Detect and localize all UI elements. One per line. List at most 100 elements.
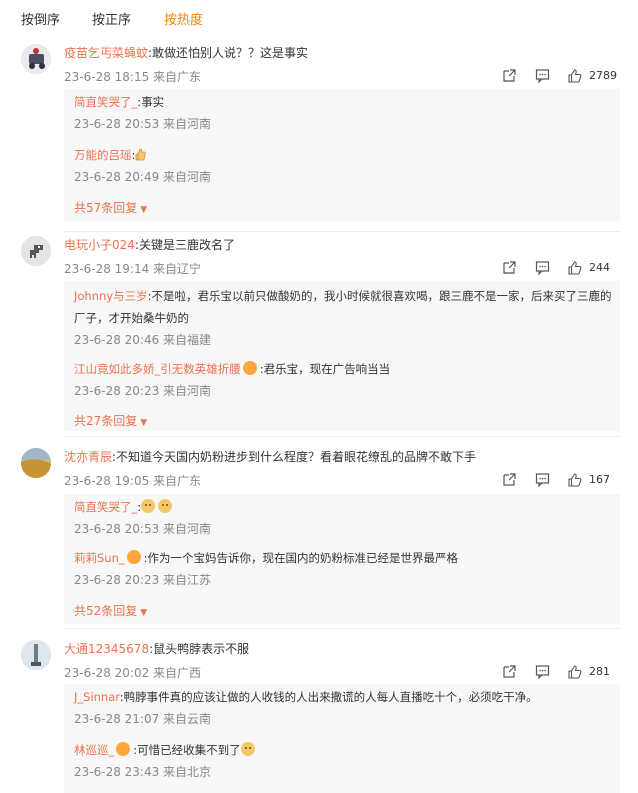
reply-list: Johnny与三岁:不是啦，君乐宝以前只做酸奶的，我小时候就很喜欢喝，跟三鹿不是… bbox=[64, 281, 620, 431]
reply-body: :鸭脖事件真的应该让做的人收钱的人出来撒谎的人每人直播吃十个，必须吃干净。 bbox=[119, 690, 538, 704]
reply-text: 简直笑哭了_:事实 bbox=[74, 91, 614, 113]
crown-badge-icon bbox=[126, 550, 141, 564]
comment-meta: 23-6-28 19:14 来自辽宁 bbox=[64, 262, 202, 276]
reply-username[interactable]: 简直笑哭了_ bbox=[74, 95, 137, 109]
reply-meta: 23-6-28 20:53 来自河南 bbox=[74, 117, 212, 131]
like-button[interactable]: 281 bbox=[567, 664, 627, 682]
chevron-down-icon: ▼ bbox=[140, 205, 148, 215]
reply-username[interactable]: 林巡巡_ bbox=[74, 743, 114, 757]
reply-username[interactable]: 江山竟如此多娇_引无数英雄折腰 bbox=[74, 362, 241, 376]
emoji-icon bbox=[158, 499, 173, 513]
share-icon[interactable] bbox=[502, 260, 517, 275]
view-more-label: 共52条回复 bbox=[74, 604, 138, 618]
view-more-label: 共57条回复 bbox=[74, 201, 138, 215]
share-icon[interactable] bbox=[502, 472, 517, 487]
comment-body: :不知道今天国内奶粉进步到什么程度？看着眼花缭乱的品牌不敢下手 bbox=[112, 450, 477, 464]
comment-actions: 244 bbox=[503, 260, 620, 276]
comment-actions: 167 bbox=[503, 472, 620, 488]
emoji-icon bbox=[240, 742, 255, 756]
comment-icon[interactable] bbox=[535, 664, 550, 679]
comment-username[interactable]: 沈亦青辰 bbox=[64, 450, 112, 464]
chevron-down-icon: ▼ bbox=[140, 418, 148, 428]
reply-item: 简直笑哭了_:事实 23-6-28 20:53 来自河南 bbox=[74, 91, 614, 135]
avatar[interactable] bbox=[21, 640, 51, 670]
avatar-image bbox=[21, 236, 51, 266]
comment-meta: 23-6-28 19:05 来自广东 bbox=[64, 474, 202, 488]
comment-icon[interactable] bbox=[535, 68, 550, 83]
reply-username[interactable]: Johnny与三岁 bbox=[74, 289, 148, 303]
comment-meta: 23-6-28 18:15 来自广东 bbox=[64, 70, 202, 84]
reply-meta: 23-6-28 20:46 来自福建 bbox=[74, 333, 212, 347]
reply-meta: 23-6-28 21:07 来自云南 bbox=[74, 712, 212, 726]
comment-divider bbox=[64, 231, 620, 232]
share-icon[interactable] bbox=[502, 664, 517, 679]
view-more-label: 共27条回复 bbox=[74, 414, 138, 428]
comment-divider bbox=[64, 436, 620, 437]
reply-item: Johnny与三岁:不是啦，君乐宝以前只做酸奶的，我小时候就很喜欢喝，跟三鹿不是… bbox=[74, 285, 614, 351]
reply-meta: 23-6-28 23:43 来自北京 bbox=[74, 765, 212, 779]
reply-username[interactable]: 简直笑哭了_ bbox=[74, 500, 137, 514]
reply-meta: 23-6-28 20:49 来自河南 bbox=[74, 170, 212, 184]
avatar[interactable] bbox=[21, 44, 51, 74]
comment-actions: 281 bbox=[503, 664, 620, 680]
thumbs-up-emoji bbox=[135, 148, 147, 161]
tab-forward-order[interactable]: 按正序 bbox=[92, 9, 131, 28]
reply-text: 江山竟如此多娇_引无数英雄折腰 :君乐宝，现在广告响当当 bbox=[74, 358, 614, 380]
reply-username[interactable]: 莉莉Sun_ bbox=[74, 551, 125, 565]
comment-meta: 23-6-28 20:02 来自广西 bbox=[64, 666, 202, 680]
like-count: 281 bbox=[589, 665, 610, 678]
comment-username[interactable]: 电玩小子024 bbox=[64, 238, 135, 252]
tab-reverse-order[interactable]: 按倒序 bbox=[21, 9, 60, 28]
reply-item: 莉莉Sun_:作为一个宝妈告诉你，现在国内的奶粉标准已经是世界最严格 23-6-… bbox=[74, 547, 614, 591]
comment-body: :关键是三鹿改名了 bbox=[134, 238, 235, 252]
reply-item: 万能的吕瑶: 23-6-28 20:49 来自河南 bbox=[74, 144, 614, 188]
reply-username[interactable]: J_Sinnar bbox=[74, 690, 120, 704]
like-count: 244 bbox=[589, 261, 610, 274]
comment-divider bbox=[64, 628, 620, 629]
reply-text: 莉莉Sun_:作为一个宝妈告诉你，现在国内的奶粉标准已经是世界最严格 bbox=[74, 547, 614, 569]
comment-icon[interactable] bbox=[535, 260, 550, 275]
comment-body: :鼠头鸭脖表示不服 bbox=[149, 642, 250, 656]
reply-text: 简直笑哭了_: bbox=[74, 496, 614, 518]
reply-body: :事实 bbox=[137, 95, 165, 109]
reply-username[interactable]: 万能的吕瑶 bbox=[74, 148, 132, 162]
like-icon bbox=[568, 69, 582, 83]
view-more-replies[interactable]: 共57条回复 ▼ bbox=[74, 199, 147, 216]
share-icon[interactable] bbox=[502, 68, 517, 83]
comment-icon[interactable] bbox=[535, 472, 550, 487]
reply-body: :君乐宝，现在广告响当当 bbox=[259, 362, 391, 376]
like-icon bbox=[568, 665, 582, 679]
avatar-image bbox=[21, 44, 51, 74]
reply-item: 简直笑哭了_: 23-6-28 20:53 来自河南 bbox=[74, 496, 614, 540]
reply-item: J_Sinnar:鸭脖事件真的应该让做的人收钱的人出来撒谎的人每人直播吃十个，必… bbox=[74, 686, 614, 730]
crown-badge-icon bbox=[242, 361, 257, 375]
reply-meta: 23-6-28 20:23 来自河南 bbox=[74, 384, 212, 398]
like-button[interactable]: 2789 bbox=[567, 68, 627, 86]
view-more-replies[interactable]: 共52条回复 ▼ bbox=[74, 602, 147, 619]
avatar[interactable] bbox=[21, 448, 51, 478]
like-button[interactable]: 244 bbox=[567, 260, 627, 278]
like-count: 167 bbox=[589, 473, 610, 486]
crown-badge-icon bbox=[116, 742, 131, 756]
reply-list: 简直笑哭了_:事实 23-6-28 20:53 来自河南 万能的吕瑶: 23-6… bbox=[64, 89, 620, 221]
reply-list: 简直笑哭了_: 23-6-28 20:53 来自河南 莉莉Sun_:作为一个宝妈… bbox=[64, 494, 620, 624]
reply-item: 江山竟如此多娇_引无数英雄折腰 :君乐宝，现在广告响当当 23-6-28 20:2… bbox=[74, 358, 614, 402]
comment-actions: 2789 bbox=[503, 68, 620, 84]
chevron-down-icon: ▼ bbox=[140, 608, 148, 618]
like-button[interactable]: 167 bbox=[567, 472, 627, 490]
like-icon bbox=[568, 473, 582, 487]
reply-list: J_Sinnar:鸭脖事件真的应该让做的人收钱的人出来撒谎的人每人直播吃十个，必… bbox=[64, 684, 620, 793]
reply-text: Johnny与三岁:不是啦，君乐宝以前只做酸奶的，我小时候就很喜欢喝，跟三鹿不是… bbox=[74, 285, 614, 329]
view-more-replies[interactable]: 共27条回复 ▼ bbox=[74, 412, 147, 429]
avatar[interactable] bbox=[21, 236, 51, 266]
reply-body: :不是啦，君乐宝以前只做酸奶的，我小时候就很喜欢喝，跟三鹿不是一家，后来买了三鹿… bbox=[74, 289, 612, 325]
reply-meta: 23-6-28 20:23 来自江苏 bbox=[74, 573, 212, 587]
like-count: 2789 bbox=[589, 69, 617, 82]
comment-username[interactable]: 疫苗乞丐菜蝇蚊 bbox=[64, 46, 148, 60]
tab-by-popularity[interactable]: 按热度 bbox=[164, 9, 203, 28]
comment-username[interactable]: 大通12345678 bbox=[64, 642, 149, 656]
reply-meta: 23-6-28 20:53 来自河南 bbox=[74, 522, 212, 536]
comment-text: 沈亦青辰:不知道今天国内奶粉进步到什么程度？看着眼花缭乱的品牌不敢下手 bbox=[64, 448, 476, 466]
reply-text: 林巡巡_:可惜已经收集不到了 bbox=[74, 739, 614, 761]
comment-text: 大通12345678:鼠头鸭脖表示不服 bbox=[64, 640, 249, 658]
